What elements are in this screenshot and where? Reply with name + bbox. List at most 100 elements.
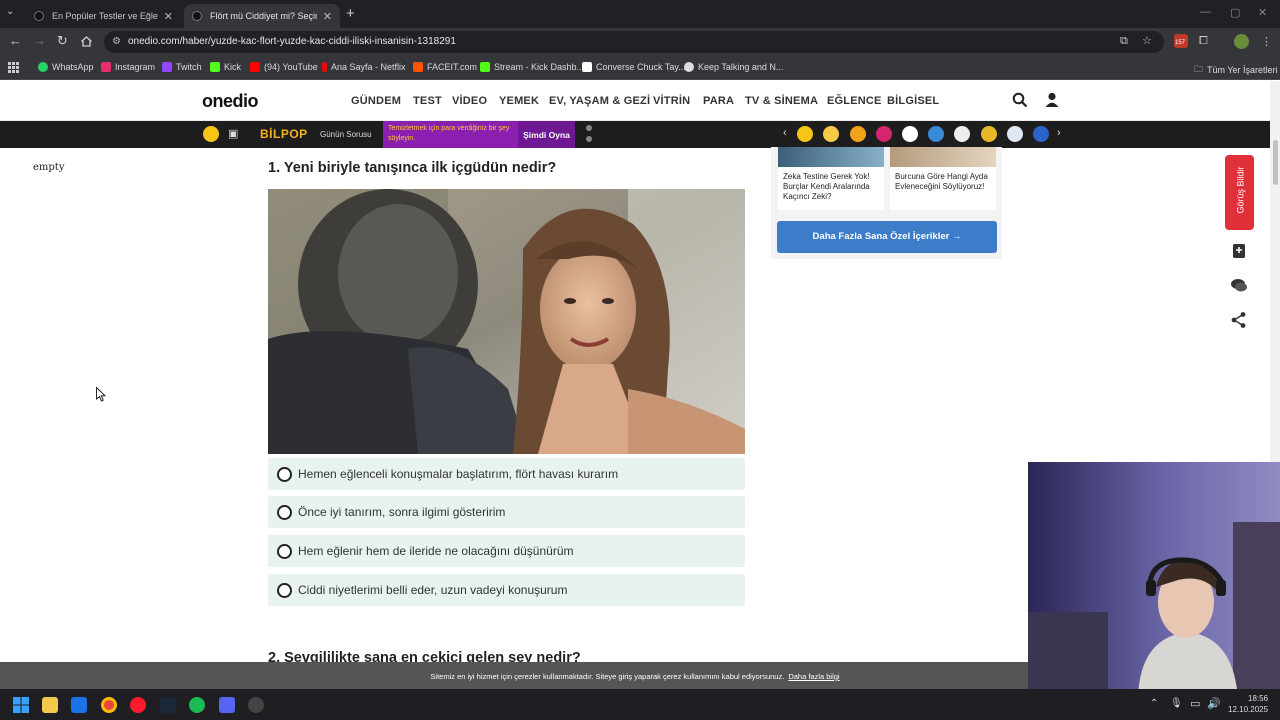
tab-flort-quiz[interactable]: Flört mü Ciddiyet mi? Seçimlerin ✕ [184, 4, 340, 28]
category-navy-icon[interactable] [1033, 126, 1049, 142]
bookmark-keep-talking[interactable]: Keep Talking and N... [684, 62, 783, 72]
steam-icon[interactable] [160, 697, 176, 713]
nav-bilgisel[interactable]: BİLGİSEL [887, 95, 939, 107]
whatsapp-icon [38, 62, 48, 72]
system-clock[interactable]: 18:56 12.10.2025 [1228, 693, 1268, 715]
answer-option-1[interactable]: Hemen eğlenceli konuşmalar başlatırım, f… [268, 458, 745, 490]
pager-dot[interactable] [586, 125, 592, 131]
new-tab-button[interactable]: + [346, 5, 355, 22]
file-explorer-icon[interactable] [42, 697, 58, 713]
bookmark-converse[interactable]: Converse Chuck Tay... [582, 62, 686, 72]
recommended-card[interactable]: Zeka Testine Gerek Yok! Burçlar Kendi Ar… [778, 147, 884, 210]
bookmark-star-icon[interactable]: ☆ [1142, 34, 1152, 47]
chrome-icon[interactable] [101, 697, 117, 713]
search-icon[interactable] [1012, 92, 1028, 108]
bookmark-youtube[interactable]: (94) YouTube [250, 62, 318, 72]
recommended-card[interactable]: Burcuna Göre Hangi Ayda Evleneceğini Söy… [890, 147, 996, 210]
tab-popular-tests[interactable]: En Popüler Testler ve Eğlenceli ✕ [26, 4, 181, 28]
scrollbar-thumb[interactable] [1273, 140, 1278, 185]
nav-vitrin[interactable]: VİTRİN [653, 95, 690, 107]
radio-button[interactable] [277, 582, 292, 598]
chevron-right-icon[interactable]: › [1057, 127, 1061, 139]
extension-icon[interactable]: 157 [1174, 34, 1188, 48]
answer-option-3[interactable]: Hem eğlenir hem de ileride ne olacağını … [268, 535, 745, 567]
bilpop-logo[interactable]: BİLPOP [260, 127, 308, 141]
all-bookmarks-folder[interactable]: 🗀 Tüm Yer İşaretleri [1194, 62, 1278, 78]
bookmark-kick-dashboard[interactable]: Stream - Kick Dashb... [480, 62, 584, 72]
category-laugh-icon[interactable] [823, 126, 839, 142]
site-info-icon[interactable]: ⚙ [112, 36, 121, 47]
apps-grid-icon[interactable] [8, 62, 19, 73]
bookmark-netflix[interactable]: Ana Sayfa - Netflix [322, 62, 406, 72]
feedback-button[interactable]: Görüş Bildir [1225, 155, 1254, 230]
more-personalized-content-button[interactable]: Daha Fazla Sana Özel İçerikler → [777, 221, 997, 253]
onedio-logo[interactable]: onedio [202, 91, 259, 112]
play-now-button[interactable]: Şimdi Oyna [518, 121, 575, 148]
nav-gundem[interactable]: GÜNDEM [351, 95, 401, 107]
game-controller-icon[interactable]: ▣ [228, 127, 238, 140]
extensions-puzzle-icon[interactable]: ⧠ [1199, 35, 1208, 48]
answer-option-2[interactable]: Önce iyi tanırım, sonra ilgimi gösteriri… [268, 496, 745, 528]
chevron-left-icon[interactable]: ‹ [783, 127, 787, 139]
user-icon[interactable] [1045, 92, 1059, 108]
category-pink-icon[interactable] [876, 126, 892, 142]
close-tab-icon[interactable]: ✕ [164, 10, 173, 23]
minimize-icon[interactable]: — [1200, 6, 1211, 18]
nav-tv-sinema[interactable]: TV & SİNEMA [745, 95, 818, 107]
nav-eglence[interactable]: EĞLENCE [827, 95, 882, 107]
category-gold-icon[interactable] [981, 126, 997, 142]
bookmark-faceit[interactable]: FACEIT.com [413, 62, 477, 72]
install-app-icon[interactable]: ⧉ [1120, 35, 1128, 48]
opera-gx-icon[interactable] [130, 697, 146, 713]
discord-icon[interactable] [219, 697, 235, 713]
radio-button[interactable] [277, 466, 292, 482]
close-tab-icon[interactable]: ✕ [323, 10, 332, 23]
outlook-icon[interactable] [71, 697, 87, 713]
category-ok-icon[interactable] [954, 126, 970, 142]
category-test-icon[interactable] [850, 126, 866, 142]
nav-para[interactable]: PARA [703, 95, 734, 107]
smiley-icon[interactable] [203, 126, 219, 142]
bookmark-instagram[interactable]: Instagram [101, 62, 155, 72]
daily-question-text[interactable]: Temizletmek için para verdiğiniz bir şey… [383, 121, 518, 148]
spotify-icon[interactable] [189, 697, 205, 713]
app-icon[interactable] [248, 697, 264, 713]
category-emoji-icon[interactable] [797, 126, 813, 142]
radio-button[interactable] [277, 504, 292, 520]
show-hidden-icons-icon[interactable]: ⌃ [1150, 698, 1158, 709]
mouse-cursor-icon [96, 387, 106, 402]
profile-avatar[interactable] [1234, 34, 1249, 49]
pager-dot[interactable] [586, 136, 592, 142]
bookmark-kick[interactable]: Kick [210, 62, 241, 72]
nav-test[interactable]: TEST [413, 95, 442, 107]
microphone-icon[interactable]: 🎙 [1170, 698, 1183, 709]
bookmark-twitch[interactable]: Twitch [162, 62, 202, 72]
bookmark-label: (94) YouTube [264, 62, 318, 72]
windows-start-icon[interactable] [13, 697, 29, 713]
forward-icon[interactable]: → [33, 34, 46, 48]
answer-option-4[interactable]: Ciddi niyetlerimi belli eder, uzun vadey… [268, 574, 745, 606]
cookie-more-info-link[interactable]: Daha fazla bilgi [788, 672, 839, 681]
category-health-icon[interactable] [902, 126, 918, 142]
radio-button[interactable] [277, 543, 292, 559]
volume-icon[interactable]: 🔊 [1207, 697, 1221, 710]
reload-icon[interactable]: ↻ [57, 34, 68, 48]
game-icon [684, 62, 694, 72]
bookmark-whatsapp[interactable]: WhatsApp [38, 62, 94, 72]
nav-yemek[interactable]: YEMEK [499, 95, 539, 107]
close-window-icon[interactable]: ✕ [1258, 6, 1267, 19]
back-icon[interactable]: ← [9, 34, 22, 48]
maximize-icon[interactable]: ▢ [1230, 6, 1240, 19]
tab-search-icon[interactable]: ⌄ [6, 6, 14, 17]
nav-video[interactable]: VİDEO [452, 95, 487, 107]
category-blue-icon[interactable] [928, 126, 944, 142]
address-bar[interactable]: ⚙ onedio.com/haber/yuzde-kac-flort-yuzde… [104, 31, 1164, 53]
more-menu-icon[interactable]: ⋮ [1261, 35, 1272, 48]
comments-icon[interactable] [1229, 275, 1249, 295]
home-icon[interactable] [80, 35, 93, 48]
bookmark-add-icon[interactable] [1229, 241, 1249, 261]
share-icon[interactable] [1229, 310, 1249, 330]
network-icon[interactable]: ▭ [1190, 697, 1200, 710]
nav-ev-yasam-gezi[interactable]: EV, YAŞAM & GEZİ [549, 95, 650, 107]
category-snowflake-icon[interactable] [1007, 126, 1023, 142]
